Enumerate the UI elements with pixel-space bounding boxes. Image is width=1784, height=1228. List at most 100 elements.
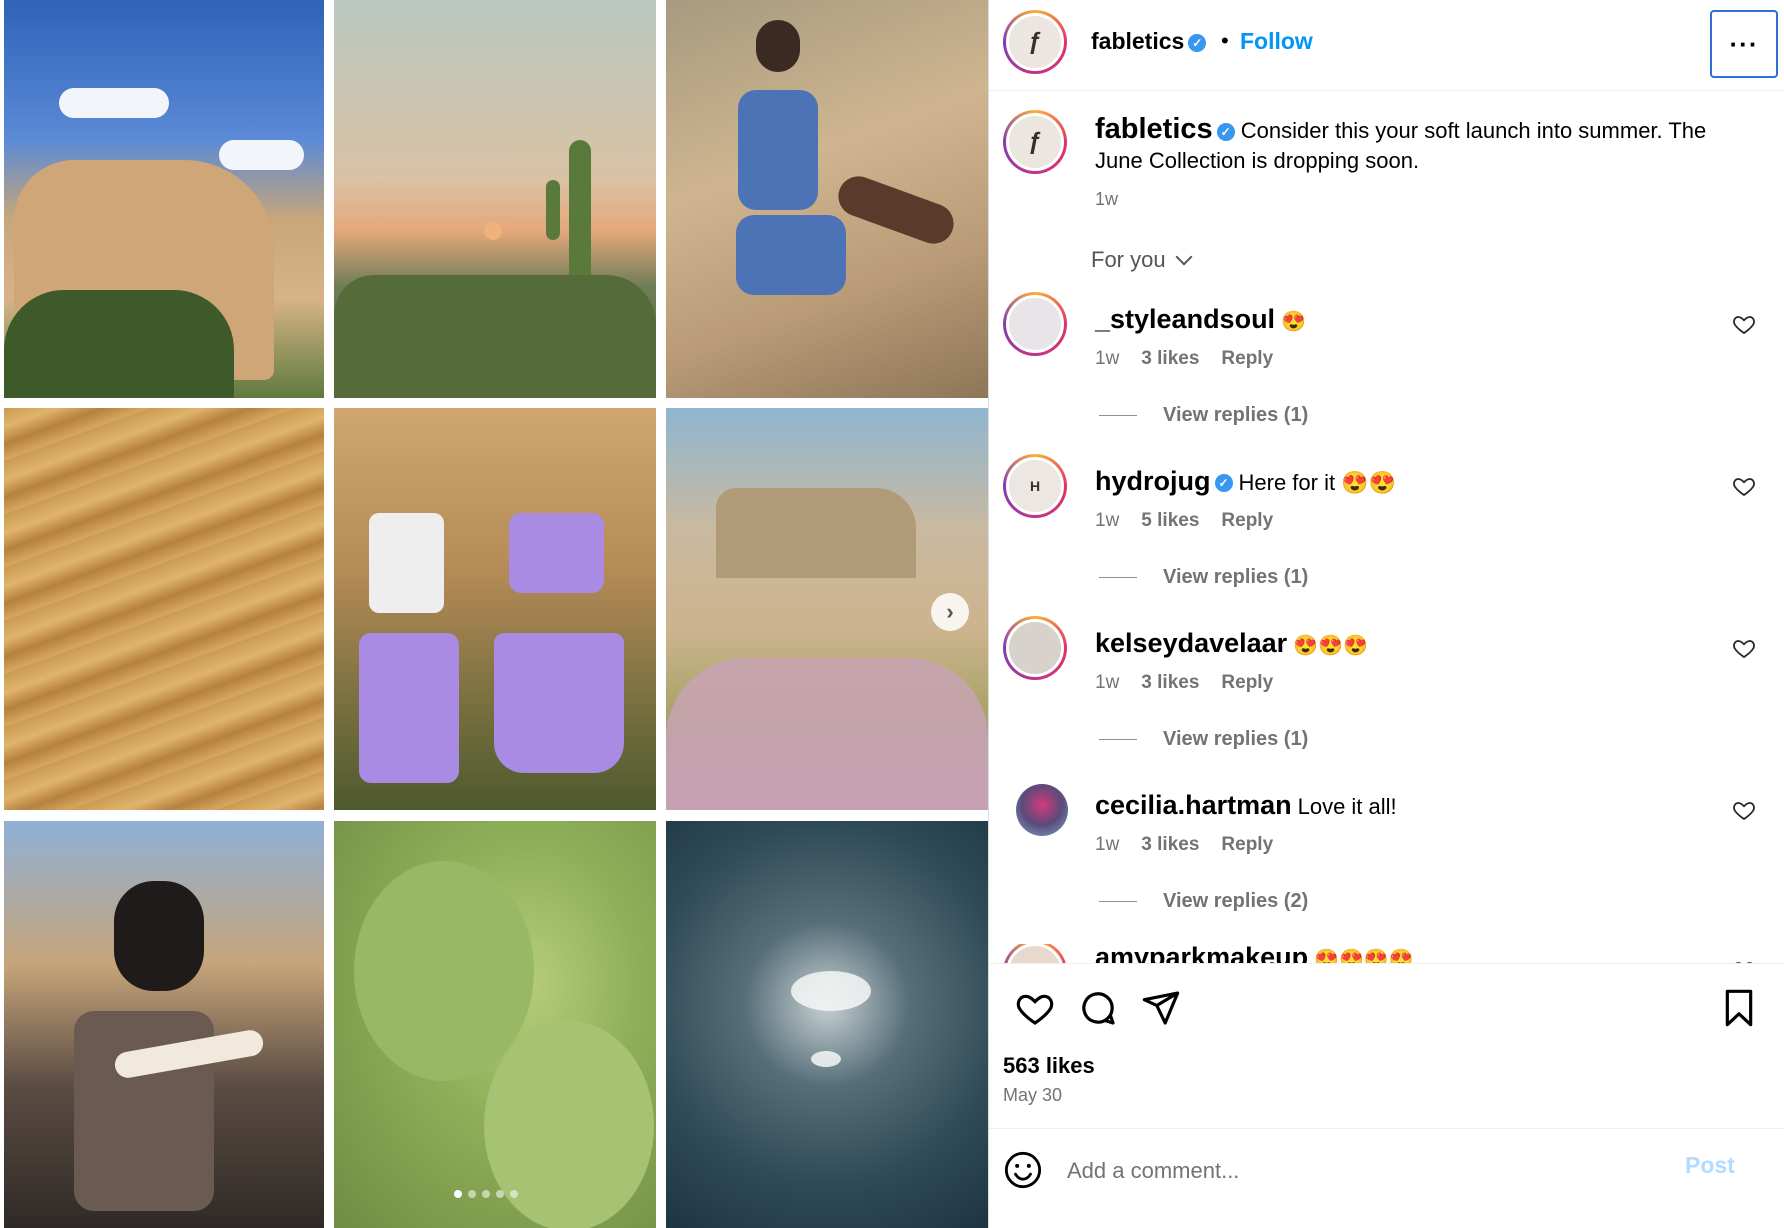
view-replies-button[interactable]: View replies (1) [1099, 728, 1308, 751]
cloud-shape [59, 88, 169, 118]
media-tile-cactus-closeup [334, 821, 656, 1228]
verified-badge-icon: ✓ [1216, 123, 1235, 142]
comment-text: 😍😍😍😍 [1314, 949, 1414, 963]
reply-button[interactable]: Reply [1221, 510, 1273, 532]
view-replies-button[interactable]: View replies (1) [1099, 404, 1308, 427]
carousel-dot[interactable] [510, 1190, 518, 1198]
chevron-down-icon [1175, 248, 1193, 266]
comment-text: 😍 [1281, 311, 1306, 333]
heart-icon[interactable] [1732, 636, 1756, 660]
sort-label: For you [1091, 247, 1166, 272]
actions-divider [989, 963, 1784, 964]
comment-item: cecilia.hartman Love it all! 1w 3 likes R… [989, 782, 1784, 922]
next-arrow-icon[interactable]: › [931, 593, 969, 631]
comment-item: _styleandsoul 😍 1w 3 likes Reply View rep… [989, 292, 1784, 436]
sparkle-shape [791, 971, 871, 1011]
comment-avatar[interactable]: H [1003, 454, 1067, 518]
comment-likes[interactable]: 3 likes [1141, 348, 1199, 370]
account-avatar[interactable]: ƒ [1003, 10, 1067, 74]
comment-item: amyparkmakeup 😍😍😍😍 [989, 944, 1784, 963]
comment-meta: 1w 3 likes Reply [1095, 672, 1273, 694]
post-caption: fabletics ✓ Consider this your soft launc… [1095, 114, 1755, 176]
leg-shape [832, 170, 960, 250]
comment-divider [989, 1128, 1784, 1129]
comment-icon[interactable] [1078, 988, 1118, 1028]
comment-avatar[interactable] [1003, 944, 1067, 963]
cactus-pad-shape [354, 861, 534, 1081]
view-replies-button[interactable]: View replies (2) [1099, 890, 1308, 913]
comment-text: Love it all! [1297, 794, 1397, 819]
sun-shape [484, 222, 502, 240]
comment-likes[interactable]: 3 likes [1141, 672, 1199, 694]
verified-badge-icon: ✓ [1214, 473, 1233, 492]
post-media[interactable]: › [0, 0, 988, 1228]
heart-icon[interactable] [1732, 798, 1756, 822]
cloud-shape [219, 140, 304, 170]
comment-meta: 1w 5 likes Reply [1095, 510, 1273, 532]
comment-meta: 1w 3 likes Reply [1095, 348, 1273, 370]
hair-shape [114, 881, 204, 991]
reply-button[interactable]: Reply [1221, 672, 1273, 694]
comment-user[interactable]: _styleandsoul 😍 [1095, 304, 1306, 335]
shorts-shape [736, 215, 846, 295]
comment-avatar[interactable] [1003, 616, 1067, 680]
media-tile-model-wrapping-hands [4, 821, 324, 1228]
comment-avatar[interactable] [1016, 784, 1068, 836]
follow-button[interactable]: Follow [1240, 28, 1313, 55]
likes-count[interactable]: 563 likes [1003, 1053, 1095, 1079]
reply-button[interactable]: Reply [1221, 348, 1273, 370]
comment-avatar[interactable] [1003, 292, 1067, 356]
flower-field-shape [666, 658, 988, 810]
caption-username[interactable]: fabletics [1095, 113, 1213, 145]
top-shape [738, 90, 818, 210]
post-button[interactable]: Post [1685, 1152, 1735, 1179]
comment-time: 1w [1095, 510, 1120, 531]
shrub-shape [4, 290, 234, 398]
comment-likes[interactable]: 5 likes [1141, 510, 1199, 532]
sparkle-shape [811, 1051, 841, 1067]
carousel-dot[interactable] [496, 1190, 504, 1198]
share-icon[interactable] [1141, 988, 1181, 1028]
caption-time: 1w [1095, 189, 1119, 209]
rock-spires-shape [716, 488, 916, 578]
comment-user[interactable]: amyparkmakeup 😍😍😍😍 [1095, 944, 1414, 963]
media-tile-rock-sky [4, 0, 324, 398]
verified-badge-icon: ✓ [1188, 33, 1207, 52]
heart-icon[interactable] [1015, 988, 1055, 1028]
carousel-dot[interactable] [468, 1190, 476, 1198]
comment-time: 1w [1095, 348, 1120, 369]
shorts-shape [359, 633, 459, 783]
purple-top-shape [509, 513, 604, 593]
comment-item: H hydrojug ✓ Here for it 😍😍 1w 5 likes Rep… [989, 454, 1784, 598]
more-options-icon[interactable]: ··· [1710, 10, 1778, 78]
emoji-icon[interactable] [1003, 1150, 1043, 1190]
heart-icon[interactable] [1732, 474, 1756, 498]
comment-time: 1w [1095, 834, 1120, 855]
comment-item: kelseydavelaar 😍😍😍 1w 3 likes Reply View … [989, 616, 1784, 760]
account-name[interactable]: fabletics ✓ [1091, 28, 1207, 55]
media-tile-desert-sunset [334, 0, 656, 398]
view-replies-button[interactable]: View replies (1) [1099, 566, 1308, 589]
heart-icon[interactable] [1732, 312, 1756, 336]
head-shape [756, 20, 800, 72]
bookmark-icon[interactable] [1719, 988, 1759, 1028]
media-tile-sand-dunes [4, 408, 324, 810]
comment-text: Here for it 😍😍 [1238, 470, 1396, 495]
post-header: ƒ fabletics ✓ • Follow ··· [989, 0, 1784, 91]
reply-button[interactable]: Reply [1221, 834, 1273, 856]
brush-shape [334, 275, 656, 398]
comment-likes[interactable]: 3 likes [1141, 834, 1199, 856]
comment-user[interactable]: cecilia.hartman Love it all! [1095, 790, 1397, 821]
comment-meta: 1w 3 likes Reply [1095, 834, 1273, 856]
caption-avatar[interactable]: ƒ [1003, 110, 1067, 174]
comment-time: 1w [1095, 672, 1120, 693]
separator-dot: • [1221, 28, 1229, 53]
skirt-shape [494, 633, 624, 773]
sort-dropdown[interactable]: For you [1091, 247, 1193, 273]
comment-input[interactable] [1065, 1152, 1649, 1190]
comment-user[interactable]: hydrojug ✓ Here for it 😍😍 [1095, 466, 1396, 497]
carousel-dot[interactable] [482, 1190, 490, 1198]
comment-text: 😍😍😍 [1293, 635, 1368, 657]
comment-user[interactable]: kelseydavelaar 😍😍😍 [1095, 628, 1368, 659]
carousel-dot[interactable] [454, 1190, 462, 1198]
